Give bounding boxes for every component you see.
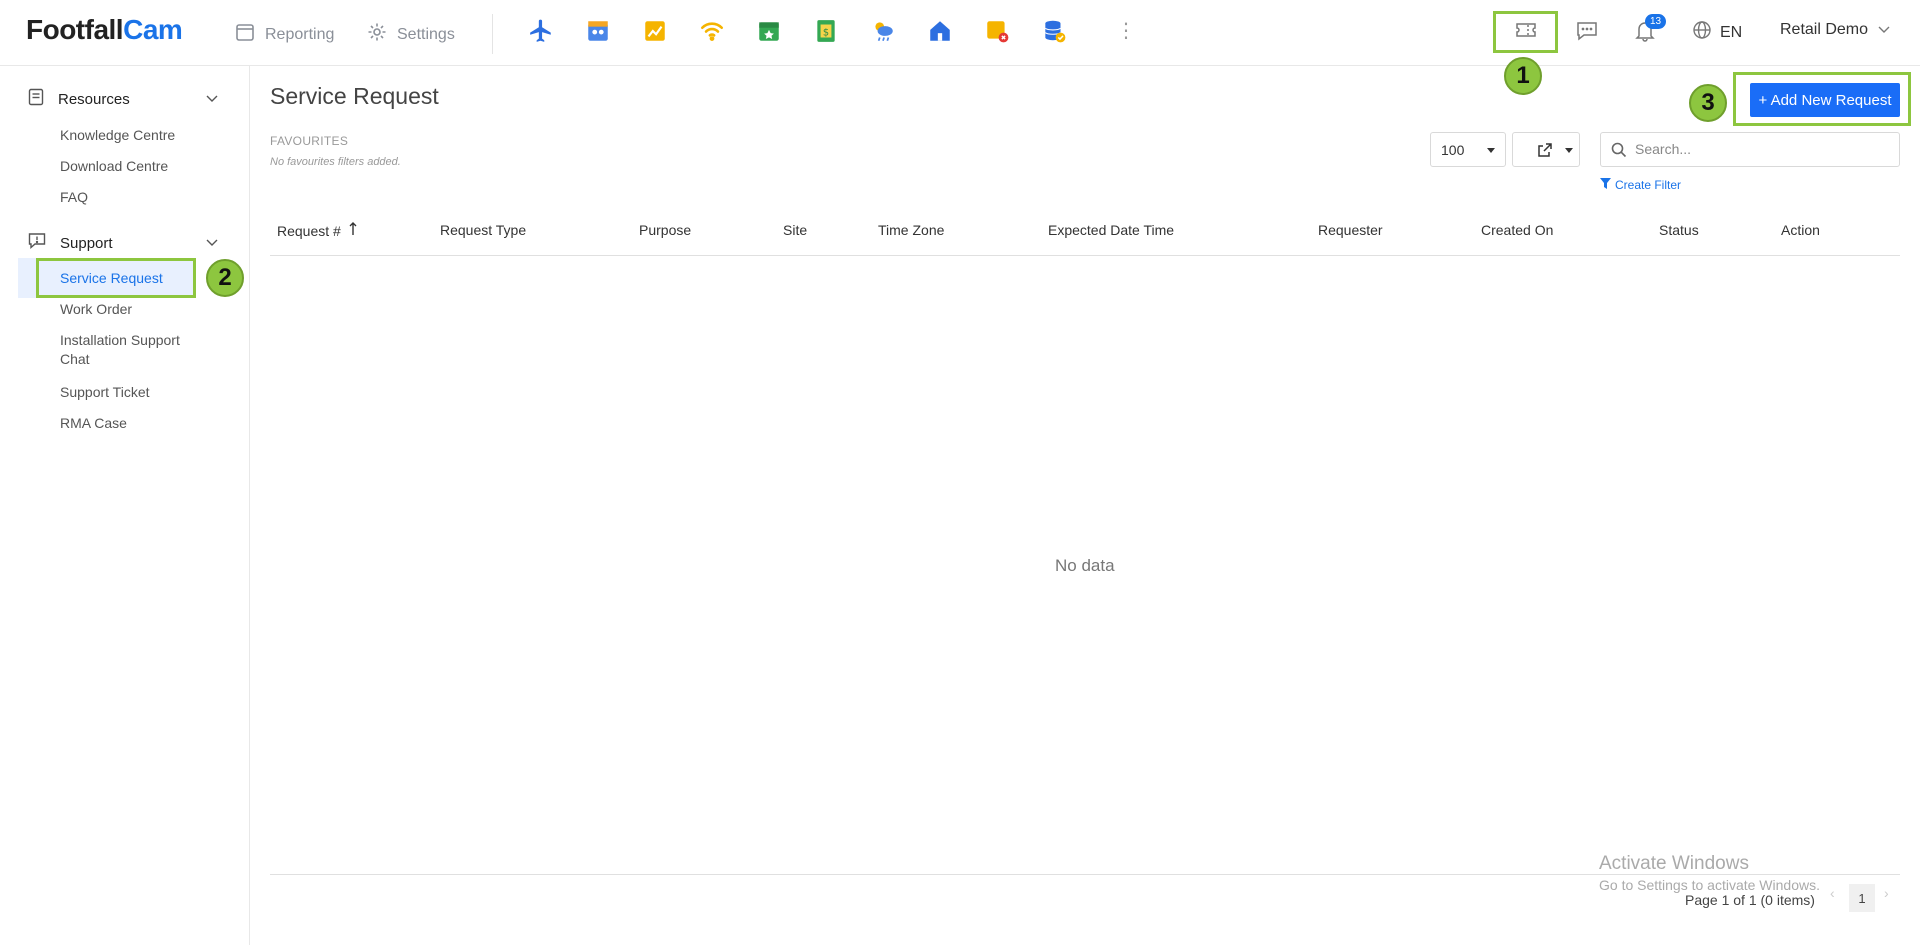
column-header-time-zone[interactable]: Time Zone xyxy=(878,222,944,238)
sidebar-item-faq[interactable]: FAQ xyxy=(60,188,88,207)
column-header-request-type[interactable]: Request Type xyxy=(440,222,526,238)
activate-windows-subtitle: Go to Settings to activate Windows. xyxy=(1599,877,1820,893)
search-icon xyxy=(1611,142,1627,163)
support-chat-icon xyxy=(28,232,46,254)
empty-table-message: No data xyxy=(1055,556,1115,575)
language-selector[interactable]: EN xyxy=(1692,20,1742,45)
create-filter-link[interactable]: Create Filter xyxy=(1600,178,1681,192)
sidebar-item-installation-support-chat[interactable]: Installation Support Chat xyxy=(60,331,200,369)
sidebar-section-resources[interactable]: Resources xyxy=(28,88,218,110)
chart-up-icon[interactable] xyxy=(642,18,668,44)
callout-1: 1 xyxy=(1504,57,1542,95)
calendar-icon xyxy=(235,22,255,47)
gear-icon xyxy=(367,22,387,47)
chat-icon[interactable] xyxy=(1574,18,1600,44)
column-header-created-on[interactable]: Created On xyxy=(1481,222,1553,238)
home-icon[interactable] xyxy=(927,18,953,44)
column-header-purpose[interactable]: Purpose xyxy=(639,222,691,238)
notification-count-badge: 13 xyxy=(1645,14,1667,29)
caret-down-icon xyxy=(1487,148,1495,153)
user-menu[interactable]: Retail Demo xyxy=(1780,21,1890,39)
column-header-action[interactable]: Action xyxy=(1781,222,1820,238)
wifi-icon[interactable] xyxy=(699,18,725,44)
callout-3: 3 xyxy=(1689,84,1727,122)
money-sheet-icon[interactable]: $ xyxy=(813,18,839,44)
prev-page-icon[interactable]: ‹ xyxy=(1830,885,1835,901)
search-input[interactable] xyxy=(1635,141,1885,157)
chevron-down-icon xyxy=(1878,21,1890,39)
table-header: Request # Request Type Purpose Site Time… xyxy=(270,210,1900,256)
calendar-star-icon[interactable] xyxy=(756,18,782,44)
column-header-expected-date-time[interactable]: Expected Date Time xyxy=(1048,222,1174,238)
callout-2: 2 xyxy=(206,259,244,297)
globe-icon xyxy=(1692,20,1712,45)
page-title: Service Request xyxy=(270,83,439,109)
column-header-request-number[interactable]: Request # xyxy=(277,222,357,239)
chevron-down-icon xyxy=(206,90,218,107)
airplane-icon[interactable] xyxy=(528,18,554,44)
sidebar-item-support-ticket[interactable]: Support Ticket xyxy=(60,383,150,402)
column-header-requester[interactable]: Requester xyxy=(1318,222,1383,238)
activate-windows-title: Activate Windows xyxy=(1599,853,1749,874)
sidebar-item-rma-case[interactable]: RMA Case xyxy=(60,414,127,433)
page-number-button[interactable]: 1 xyxy=(1849,884,1875,912)
app-shortcut-bar: $ xyxy=(528,18,1067,44)
filter-icon xyxy=(1600,178,1611,192)
add-new-request-button[interactable]: + Add New Request xyxy=(1750,83,1900,117)
page-size-select[interactable]: 100 xyxy=(1430,132,1506,167)
pagination-info: Page 1 of 1 (0 items) xyxy=(1685,892,1815,908)
svg-text:$: $ xyxy=(823,27,829,38)
caret-down-icon xyxy=(1565,148,1573,153)
top-bar: FootfallCam Reporting Settings $ ⋮ 1 13 … xyxy=(0,0,1920,95)
next-page-icon[interactable]: › xyxy=(1884,885,1889,901)
store-people-icon[interactable] xyxy=(585,18,611,44)
chevron-down-icon xyxy=(206,234,218,251)
favourites-empty-text: No favourites filters added. xyxy=(270,156,401,168)
book-icon xyxy=(28,88,44,110)
favourites-label: FAVOURITES xyxy=(270,134,349,148)
weather-icon[interactable] xyxy=(870,18,896,44)
export-icon xyxy=(1537,142,1553,163)
export-dropdown[interactable] xyxy=(1512,132,1580,167)
sidebar-item-service-request[interactable]: Service Request xyxy=(60,269,163,288)
sort-ascending-icon[interactable] xyxy=(349,222,357,239)
sidebar-item-knowledge-centre[interactable]: Knowledge Centre xyxy=(60,126,175,145)
search-box[interactable] xyxy=(1600,132,1900,167)
nav-reporting[interactable]: Reporting xyxy=(235,22,334,47)
database-check-icon[interactable] xyxy=(1041,18,1067,44)
column-header-status[interactable]: Status xyxy=(1659,222,1699,238)
nav-divider xyxy=(492,14,493,54)
sidebar: Resources Knowledge Centre Download Cent… xyxy=(0,66,250,945)
ticket-icon xyxy=(1515,22,1537,43)
sidebar-section-support[interactable]: Support xyxy=(28,232,218,254)
column-header-site[interactable]: Site xyxy=(783,222,807,238)
sidebar-item-work-order[interactable]: Work Order xyxy=(60,300,132,319)
footfallcam-logo[interactable]: FootfallCam xyxy=(26,14,183,46)
nav-settings[interactable]: Settings xyxy=(367,22,455,47)
more-apps-icon[interactable]: ⋮ xyxy=(1116,20,1136,42)
note-alert-icon[interactable] xyxy=(984,18,1010,44)
sidebar-item-download-centre[interactable]: Download Centre xyxy=(60,157,168,176)
ticket-button[interactable] xyxy=(1493,11,1558,53)
